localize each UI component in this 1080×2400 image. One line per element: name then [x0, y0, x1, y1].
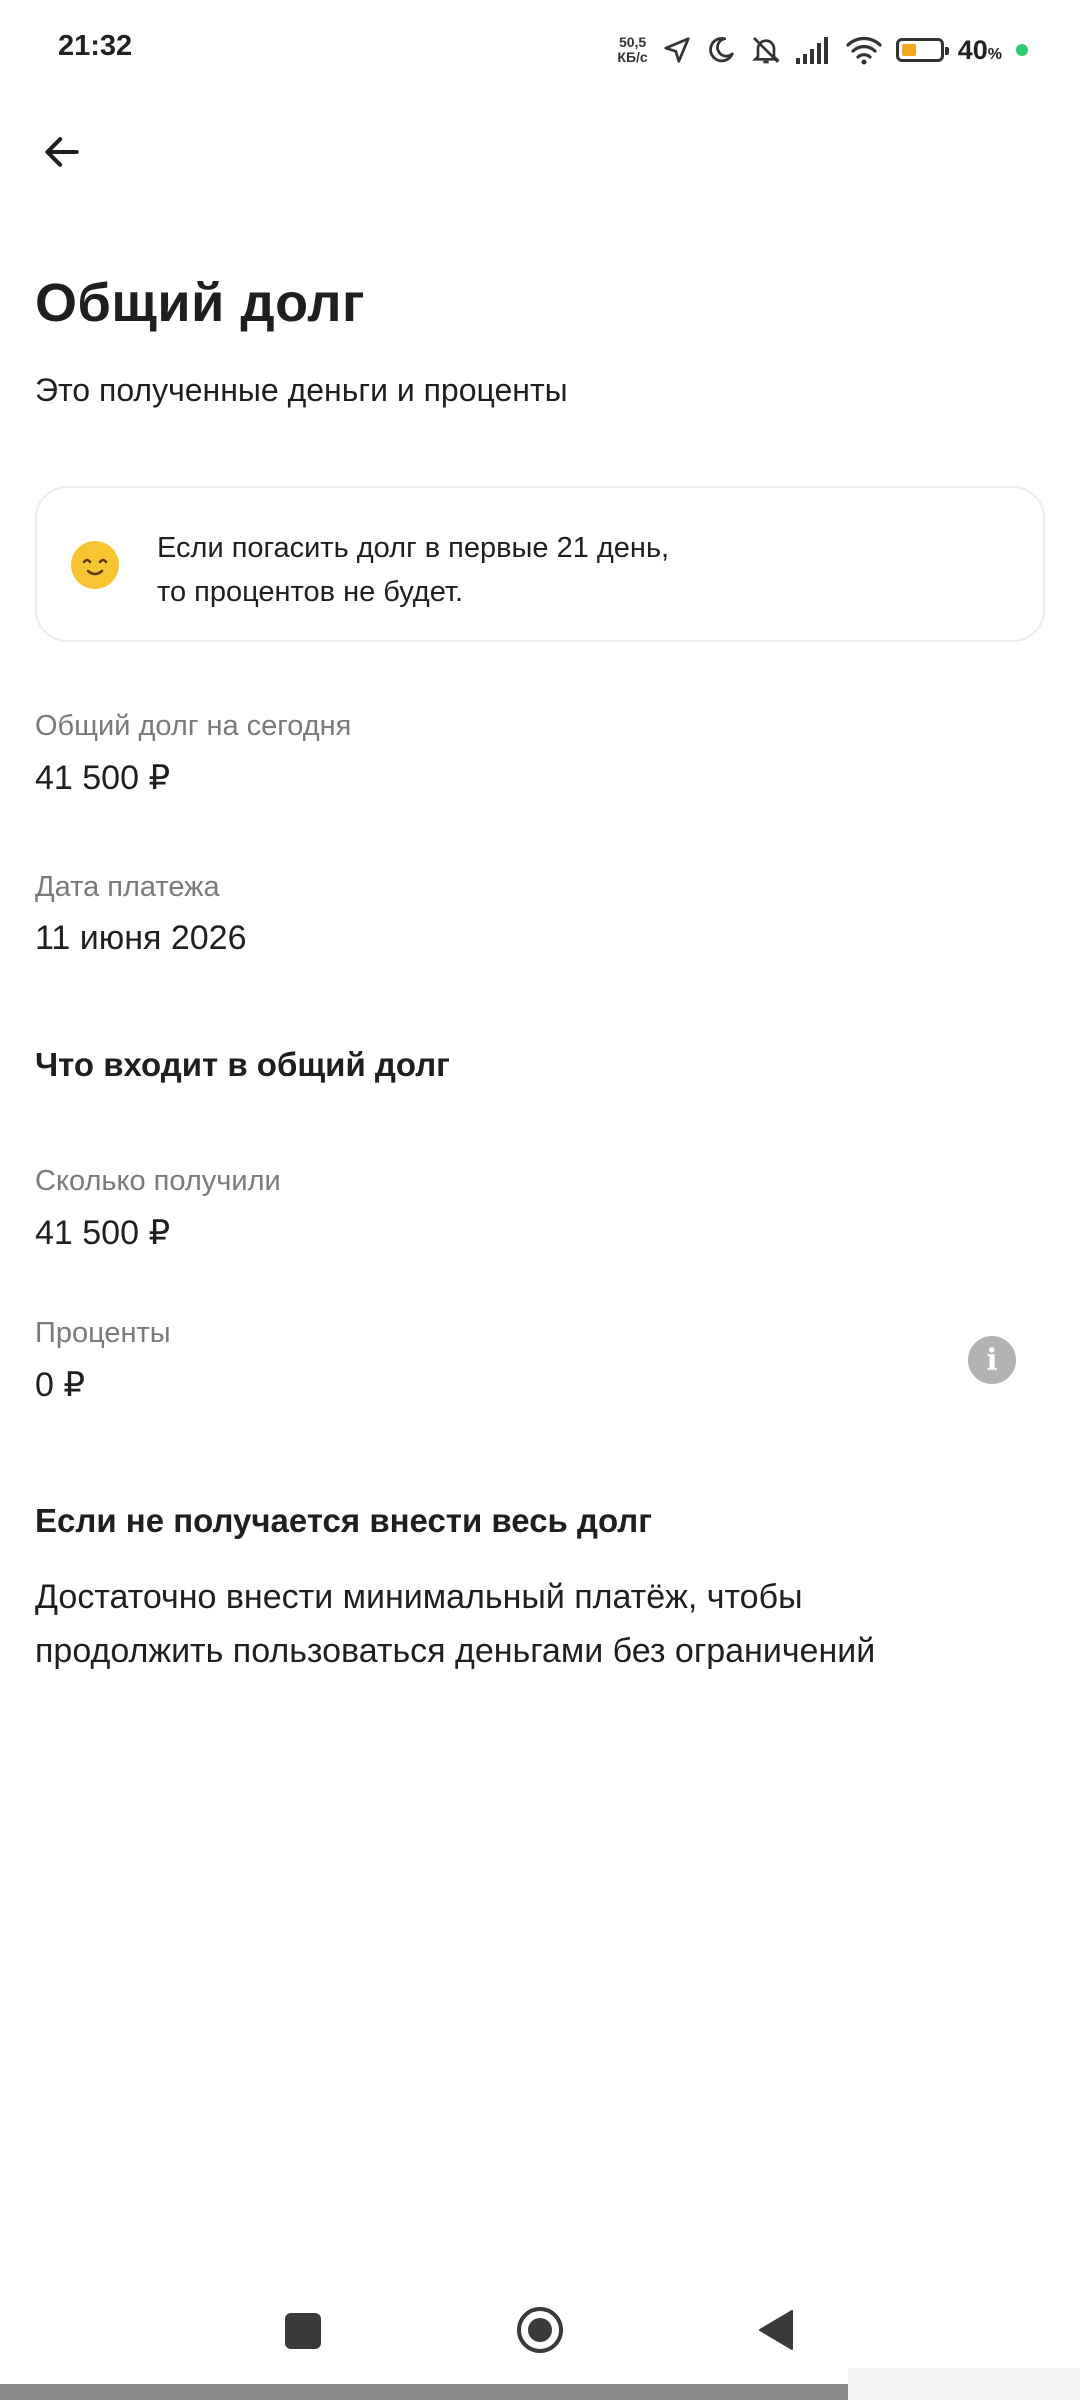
- status-time: 21:32: [58, 30, 133, 62]
- info-icon[interactable]: i: [968, 1336, 1016, 1384]
- minimum-payment-text: Достаточно внести минимальный платёж, чт…: [35, 1570, 1035, 1678]
- net-speed-value: 50,5: [618, 34, 647, 50]
- received-value: 41 500 ₽: [35, 1214, 171, 1252]
- moon-icon: [708, 36, 734, 63]
- smiley-icon: [71, 541, 119, 589]
- interest-value: 0 ₽: [35, 1366, 85, 1404]
- net-speed: 50,5 КБ/с: [617, 35, 647, 65]
- charging-dot-icon: [1016, 44, 1028, 56]
- info-card-text: Если погасить долг в первые 21 день, то …: [157, 526, 1017, 614]
- minimum-payment-heading: Если не получается внести весь долг: [35, 1502, 652, 1539]
- home-icon[interactable]: [515, 2305, 565, 2355]
- net-speed-unit: КБ/с: [617, 49, 648, 65]
- back-button[interactable]: [30, 120, 94, 184]
- arrow-left-icon: [45, 137, 79, 167]
- breakdown-heading: Что входит в общий долг: [35, 1046, 450, 1083]
- info-card-line2: то процентов не будет.: [157, 576, 464, 608]
- signal-icon: [795, 37, 828, 64]
- page-title: Общий долг: [35, 273, 366, 333]
- minimum-payment-line1: Достаточно внести минимальный платёж, чт…: [35, 1578, 803, 1616]
- bottom-strip-light: [848, 2368, 1080, 2400]
- battery-percent: 40%: [957, 34, 1002, 65]
- payment-date-value: 11 июня 2026: [35, 919, 247, 957]
- minimum-payment-line2: продолжить пользоваться деньгами без огр…: [35, 1632, 876, 1670]
- total-debt-value: 41 500 ₽: [35, 759, 171, 797]
- recent-apps-icon[interactable]: [285, 2313, 321, 2349]
- received-label: Сколько получили: [35, 1165, 281, 1197]
- payment-date-label: Дата платежа: [35, 871, 220, 903]
- page-subtitle: Это полученные деньги и проценты: [35, 372, 568, 408]
- location-arrow-icon: [664, 37, 690, 63]
- total-debt-label: Общий долг на сегодня: [35, 710, 352, 742]
- wifi-icon: [846, 37, 882, 65]
- bell-muted-icon: [751, 37, 780, 64]
- status-icons: 50,5 КБ/с 40%: [617, 28, 1028, 72]
- interest-label: Проценты: [35, 1317, 171, 1349]
- info-card-line1: Если погасить долг в первые 21 день,: [157, 532, 670, 564]
- info-card: Если погасить долг в первые 21 день, то …: [35, 486, 1045, 642]
- battery-icon: [895, 38, 949, 62]
- back-triangle-icon[interactable]: [758, 2309, 794, 2351]
